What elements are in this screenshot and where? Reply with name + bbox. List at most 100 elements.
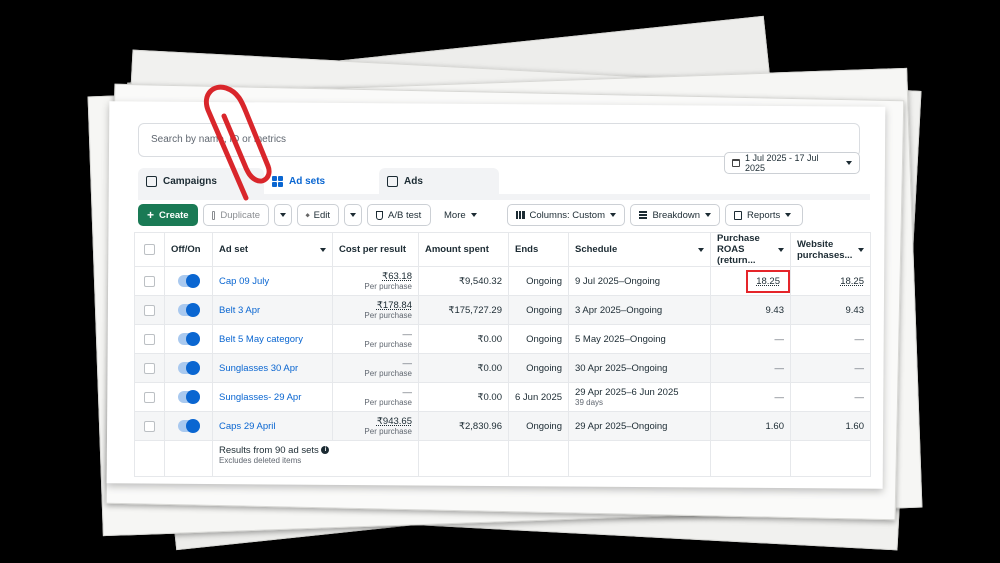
flask-icon (376, 210, 383, 220)
ends-value: Ongoing (526, 275, 562, 287)
cost-sub: Per purchase (364, 340, 412, 349)
cost-value: ₹943.65 (376, 416, 412, 427)
col-website-purchases[interactable]: Website purchases... (790, 232, 871, 267)
tab-ads[interactable]: Ads (379, 168, 499, 194)
sort-icon (698, 247, 704, 252)
col-off-on-label: Off/On (171, 244, 201, 255)
ad-set-name-link[interactable]: Sunglasses- 29 Apr (219, 392, 301, 403)
row-checkbox[interactable] (144, 362, 155, 374)
table-row[interactable]: Sunglasses 30 Apr — Per purchase ₹0.00 On… (134, 353, 871, 383)
tab-ad-sets-label: Ad sets (289, 175, 326, 187)
row-toggle[interactable] (177, 274, 200, 288)
spent-value: ₹9,540.32 (458, 275, 502, 287)
sort-icon (778, 247, 784, 252)
row-checkbox[interactable] (144, 304, 155, 316)
table-row[interactable]: Belt 5 May category — Per purchase ₹0.00 … (134, 324, 871, 354)
col-spent-label: Amount spent (425, 244, 489, 255)
col-cost-per-result[interactable]: Cost per result (332, 232, 419, 267)
schedule-value: 30 Apr 2025–Ongoing (575, 362, 668, 374)
chevron-down-icon (280, 213, 286, 217)
chevron-down-icon (846, 161, 852, 165)
more-button[interactable]: More (436, 204, 484, 226)
row-toggle[interactable] (177, 332, 200, 346)
calendar-icon (732, 159, 740, 167)
pencil-icon (305, 213, 310, 217)
table-row[interactable]: Caps 29 April ₹943.65 Per purchase ₹2,830… (134, 411, 871, 441)
cost-value: — (402, 358, 413, 369)
cost-sub: Per purchase (364, 427, 412, 436)
website-value: — (854, 333, 865, 345)
edit-dropdown-button[interactable] (344, 204, 362, 226)
columns-label: Columns: Custom (529, 209, 606, 221)
col-purchase-roas[interactable]: Purchase ROAS (return... (710, 232, 791, 267)
col-website-label-1: Website (797, 238, 834, 250)
date-range-picker[interactable]: 1 Jul 2025 - 17 Jul 2025 (724, 152, 860, 174)
breakdown-icon (639, 211, 648, 219)
schedule-value: 3 Apr 2025–Ongoing (575, 304, 663, 316)
duplicate-dropdown-button[interactable] (274, 204, 292, 226)
tab-ad-sets[interactable]: Ad sets (264, 168, 379, 194)
row-toggle[interactable] (177, 361, 200, 375)
col-schedule[interactable]: Schedule (568, 232, 711, 267)
edit-button[interactable]: Edit (297, 204, 339, 226)
website-value: 18.25 (840, 275, 864, 287)
ad-set-name-link[interactable]: Belt 3 Apr (219, 305, 260, 316)
col-roas-label-1: Purchase (717, 233, 760, 244)
table-row[interactable]: Sunglasses- 29 Apr — Per purchase ₹0.00 6… (134, 382, 871, 412)
cost-sub: Per purchase (364, 311, 412, 320)
results-sub: Excludes deleted items (219, 456, 302, 465)
reports-button[interactable]: Reports (725, 204, 803, 226)
col-ad-set[interactable]: Ad set (212, 232, 333, 267)
ad-set-name-link[interactable]: Caps 29 April (219, 421, 276, 432)
ad-set-name-link[interactable]: Belt 5 May category (219, 334, 303, 345)
info-icon[interactable]: i (321, 446, 330, 455)
roas-value: — (774, 391, 785, 403)
spent-value: ₹175,727.29 (448, 304, 502, 316)
ad-sets-table: Off/On Ad set Cost per result Amount spe… (134, 232, 871, 477)
row-toggle[interactable] (177, 303, 200, 317)
row-checkbox[interactable] (144, 333, 155, 345)
chevron-down-icon (470, 213, 477, 217)
ab-test-label: A/B test (388, 209, 422, 221)
select-all-cell (134, 232, 165, 267)
roas-value: 1.60 (765, 420, 785, 432)
col-off-on[interactable]: Off/On (164, 232, 213, 267)
cost-sub: Per purchase (364, 369, 412, 378)
columns-icon (516, 211, 525, 219)
ab-test-button[interactable]: A/B test (367, 204, 431, 226)
ad-set-name-link[interactable]: Sunglasses 30 Apr (219, 363, 298, 374)
schedule-value: 5 May 2025–Ongoing (575, 333, 666, 345)
row-checkbox[interactable] (144, 420, 155, 432)
chevron-down-icon (705, 213, 711, 217)
cost-value: — (402, 387, 413, 398)
col-ends[interactable]: Ends (508, 232, 569, 267)
col-amount-spent[interactable]: Amount spent (418, 232, 509, 267)
ends-value: Ongoing (526, 420, 562, 432)
table-footer-row: Results from 90 ad sets i Excludes delet… (134, 440, 871, 477)
breakdown-button[interactable]: Breakdown (630, 204, 720, 226)
duplicate-label: Duplicate (220, 209, 260, 221)
select-all-checkbox[interactable] (144, 244, 155, 255)
sort-icon (858, 247, 864, 252)
breakdown-label: Breakdown (652, 209, 700, 221)
row-toggle[interactable] (177, 390, 200, 404)
ends-value: Ongoing (526, 333, 562, 345)
schedule-value: 29 Apr 2025–6 Jun 2025 (575, 387, 679, 398)
row-checkbox[interactable] (144, 275, 155, 287)
columns-button[interactable]: Columns: Custom (507, 204, 625, 226)
grid-icon (272, 175, 283, 187)
website-value: 1.60 (845, 420, 865, 432)
row-checkbox[interactable] (144, 391, 155, 403)
reports-label: Reports (747, 209, 781, 221)
results-summary: Results from 90 ad sets (219, 445, 319, 456)
more-label: More (444, 209, 466, 221)
reports-icon (734, 210, 742, 220)
table-row[interactable]: Cap 09 July ₹63.18 Per purchase ₹9,540.32… (134, 266, 871, 296)
row-toggle[interactable] (177, 419, 200, 433)
date-range-label: 1 Jul 2025 - 17 Jul 2025 (745, 153, 819, 173)
website-value: — (854, 391, 865, 403)
plus-icon: + (147, 208, 155, 222)
spent-value: ₹0.00 (477, 362, 502, 374)
ad-set-name-link[interactable]: Cap 09 July (219, 276, 269, 287)
table-row[interactable]: Belt 3 Apr ₹178.84 Per purchase ₹175,727.… (134, 295, 871, 325)
